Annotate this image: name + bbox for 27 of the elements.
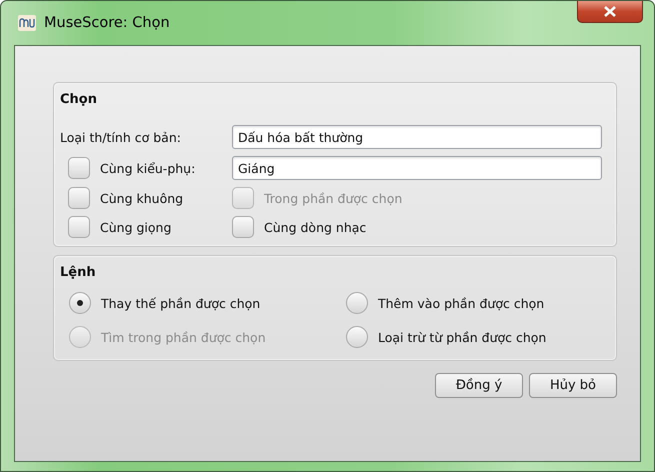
checkbox-label: Trong phần được chọn	[264, 190, 402, 206]
radio-label: Loại trừ từ phần được chọn	[378, 330, 546, 344]
radio-label: Thay thế phần được chọn	[101, 296, 260, 310]
group-title: Chọn	[60, 92, 97, 107]
checkbox[interactable]	[68, 157, 90, 179]
checkbox-label: Cùng giọng	[100, 220, 172, 234]
checkbox-label: Cùng khuông	[100, 190, 184, 206]
window-title: MuseScore: Chọn	[44, 15, 170, 31]
close-icon	[603, 6, 617, 17]
checkbox[interactable]	[68, 216, 90, 238]
checkbox-label: Cùng dòng nhạc	[264, 220, 366, 234]
checkbox[interactable]	[232, 216, 254, 238]
radio-label: Thêm vào phần được chọn	[378, 296, 544, 310]
input-field[interactable]: Giáng	[232, 156, 602, 180]
field-label: Loại th/tính cơ bản:	[60, 130, 182, 144]
dialog-button[interactable]: Đồng ý	[435, 373, 523, 398]
checkbox[interactable]	[68, 187, 90, 209]
radio-button[interactable]	[346, 292, 368, 314]
group-title: Lệnh	[60, 265, 96, 280]
radio-button[interactable]	[346, 326, 368, 348]
checkbox-label: Cùng kiểu-phụ:	[100, 160, 196, 176]
close-button[interactable]	[577, 1, 643, 23]
input-field[interactable]: Dấu hóa bất thường	[232, 125, 602, 149]
dialog-button[interactable]: Hủy bỏ	[529, 373, 617, 398]
app-logo-icon	[18, 15, 36, 31]
radio-button[interactable]	[69, 292, 91, 314]
radio-label: Tìm trong phần được chọn	[101, 330, 266, 344]
